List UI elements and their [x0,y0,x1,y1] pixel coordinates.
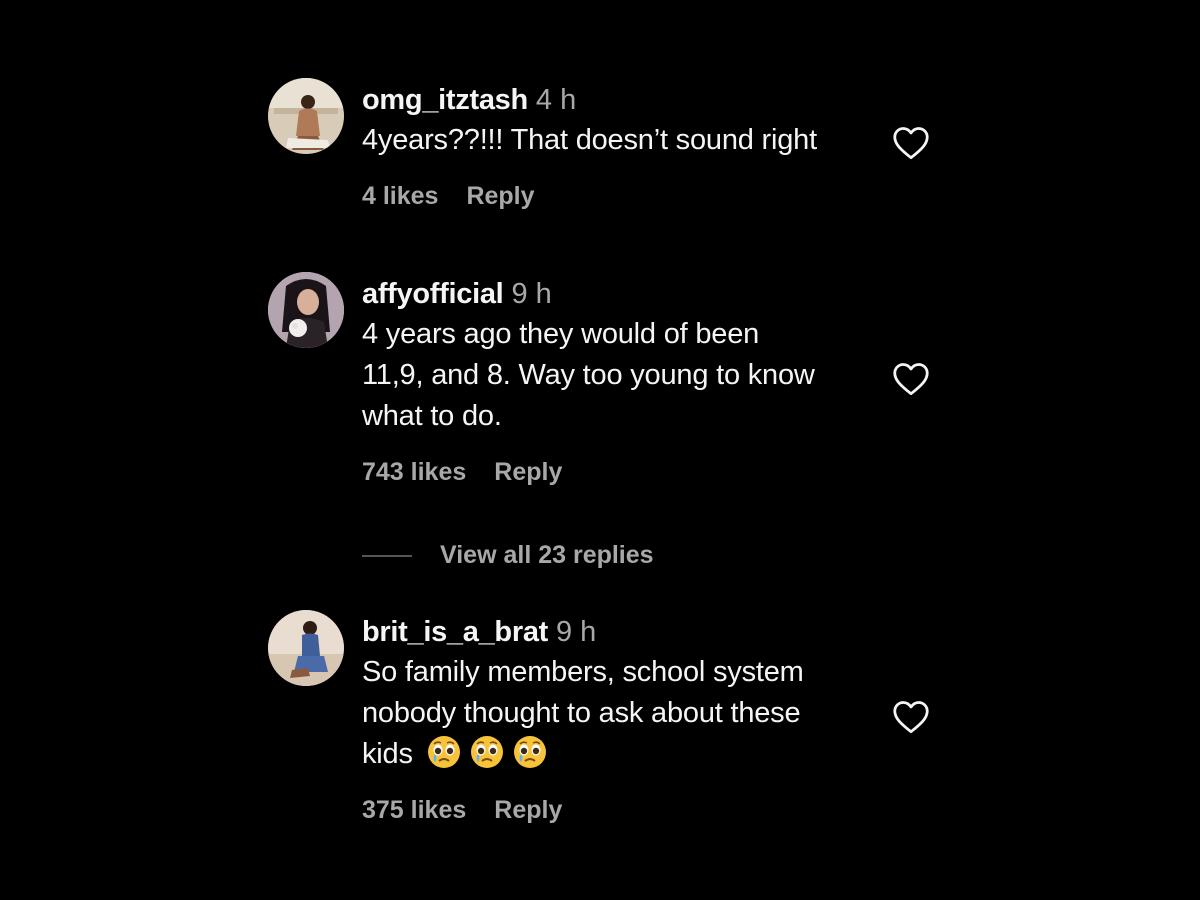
comment-text: So family members, school system nobody … [362,652,882,775]
comment-text: 4 years ago they would of been 11,9, and… [362,314,882,437]
timestamp[interactable]: 9 h [556,616,596,648]
comment-text-line: 4 years ago they would of been [362,318,760,350]
like-heart-icon[interactable] [892,362,930,396]
like-heart-icon[interactable] [892,126,930,160]
comment-actions: 743 likes Reply [362,455,882,489]
view-replies-label[interactable]: View all 23 replies [440,541,654,569]
username[interactable]: brit_is_a_brat [362,616,548,648]
comment-actions: 4 likes Reply [362,179,882,213]
comment-text-word: kids [362,738,413,770]
likes-count[interactable]: 743 likes [362,458,466,486]
reply-button[interactable]: Reply [494,796,562,824]
comment-actions: 375 likes Reply [362,793,882,827]
avatar[interactable] [268,272,344,348]
username[interactable]: affyofficial [362,278,504,310]
comment-header: brit_is_a_brat 9 h [362,612,882,652]
pleading-crying-face-emoji-icon [427,735,461,769]
like-heart-icon[interactable] [892,700,930,734]
divider-line [362,555,412,558]
username[interactable]: omg_itztash [362,84,528,116]
comment-body: brit_is_a_brat 9 h So family members, sch… [362,612,882,827]
comment-text-line: nobody thought to ask about these [362,697,801,729]
comment-text: 4years??!!! That doesn’t sound right [362,124,817,156]
comment-text-line: So family members, school system [362,656,804,688]
profile-photo-icon [268,272,344,348]
avatar[interactable] [268,610,344,686]
profile-photo-icon [268,610,344,686]
likes-count[interactable]: 375 likes [362,796,466,824]
comment-text-line-with-emoji: kids [362,734,882,775]
likes-count[interactable]: 4 likes [362,182,438,210]
comment-text-line: 11,9, and 8. Way too young to know [362,359,815,391]
pleading-crying-face-emoji-icon [513,735,547,769]
timestamp[interactable]: 4 h [536,84,576,116]
pleading-crying-face-emoji-icon [470,735,504,769]
comment-header: omg_itztash 4 h [362,80,882,120]
comment-header: affyofficial 9 h [362,274,882,314]
reply-button[interactable]: Reply [494,458,562,486]
comment-text-line: what to do. [362,400,502,432]
avatar[interactable] [268,78,344,154]
comment-body: affyofficial 9 h 4 years ago they would o… [362,274,882,489]
view-replies-button[interactable]: View all 23 replies [362,538,654,572]
timestamp[interactable]: 9 h [511,278,551,310]
reply-button[interactable]: Reply [466,182,534,210]
comment-body: omg_itztash 4 h 4years??!!! That doesn’t … [362,80,882,213]
profile-photo-icon [268,78,344,154]
